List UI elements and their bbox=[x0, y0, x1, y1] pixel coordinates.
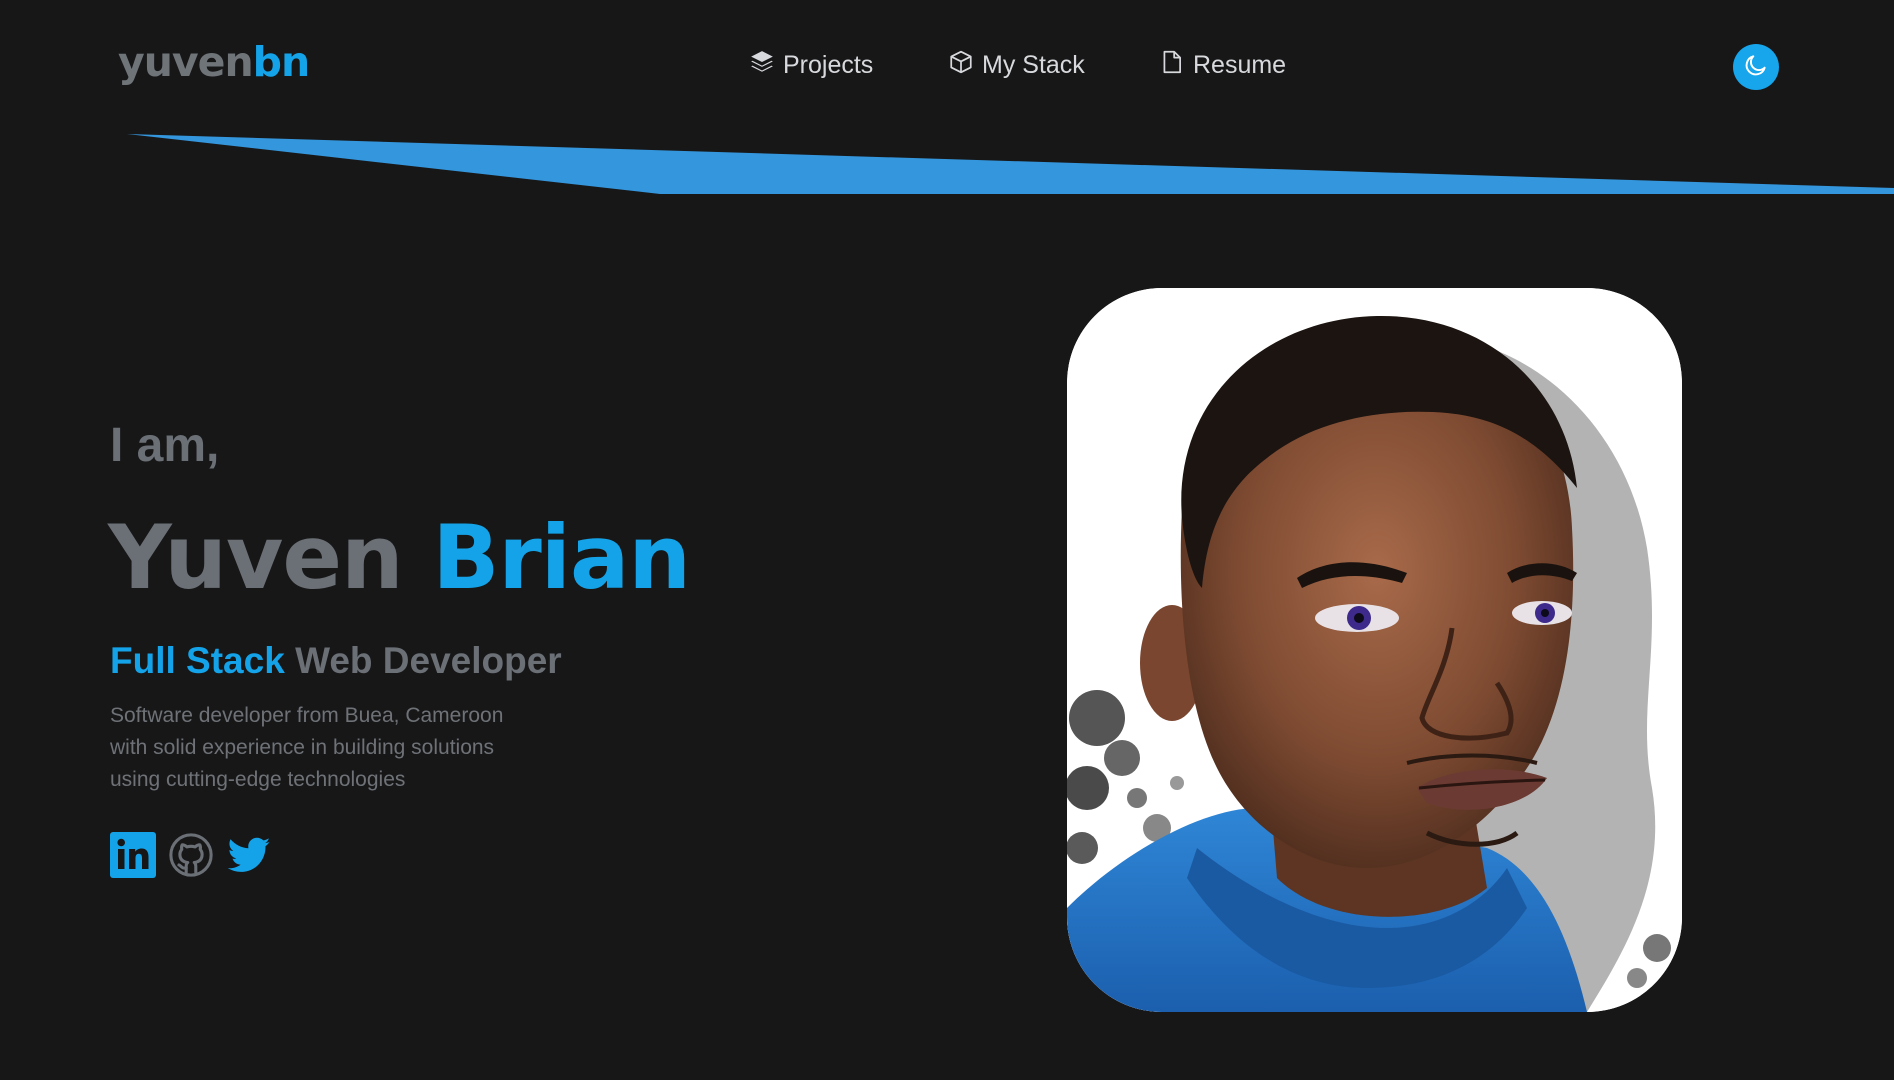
hero-last-name: Brian bbox=[432, 506, 691, 609]
hero-role-rest: Web Developer bbox=[295, 640, 562, 681]
twitter-link[interactable] bbox=[226, 832, 272, 878]
nav-projects-label: Projects bbox=[783, 51, 874, 79]
linkedin-icon bbox=[110, 832, 156, 878]
hero-bio-line: using cutting-edge technologies bbox=[110, 768, 406, 791]
social-links bbox=[110, 832, 272, 878]
hero-bio-line: Software developer from Buea, Cameroon bbox=[110, 704, 504, 727]
hero-first-name: Yuven bbox=[108, 506, 404, 609]
header-banner-stripe bbox=[127, 134, 1894, 194]
nav-my-stack[interactable]: My Stack bbox=[948, 49, 1085, 82]
theme-toggle-button[interactable] bbox=[1733, 44, 1779, 90]
hero-intro: I am, bbox=[110, 419, 220, 472]
file-icon bbox=[1159, 49, 1185, 82]
linkedin-link[interactable] bbox=[110, 832, 156, 878]
nav-projects[interactable]: Projects bbox=[749, 49, 873, 82]
cube-icon bbox=[948, 49, 974, 82]
hero-role: Full Stack Web Developer bbox=[110, 640, 562, 682]
twitter-icon bbox=[227, 837, 271, 872]
nav-my-stack-label: My Stack bbox=[982, 51, 1085, 79]
github-icon bbox=[169, 833, 213, 877]
github-link[interactable] bbox=[168, 832, 214, 878]
hero-bio-line: with solid experience in building soluti… bbox=[110, 736, 495, 759]
moon-icon bbox=[1743, 52, 1769, 82]
portrait-illustration bbox=[1067, 288, 1682, 1012]
nav-resume-label: Resume bbox=[1193, 51, 1287, 79]
main-nav: Projects My Stack Resume bbox=[0, 49, 1894, 89]
hero-name: Yuven Brian bbox=[108, 511, 691, 604]
profile-portrait bbox=[1067, 288, 1682, 1012]
hero-bio: Software developer from Buea, Cameroon w… bbox=[110, 700, 530, 796]
layers-icon bbox=[749, 49, 775, 82]
hero-role-accent: Full Stack bbox=[110, 640, 285, 681]
nav-resume[interactable]: Resume bbox=[1159, 49, 1286, 82]
